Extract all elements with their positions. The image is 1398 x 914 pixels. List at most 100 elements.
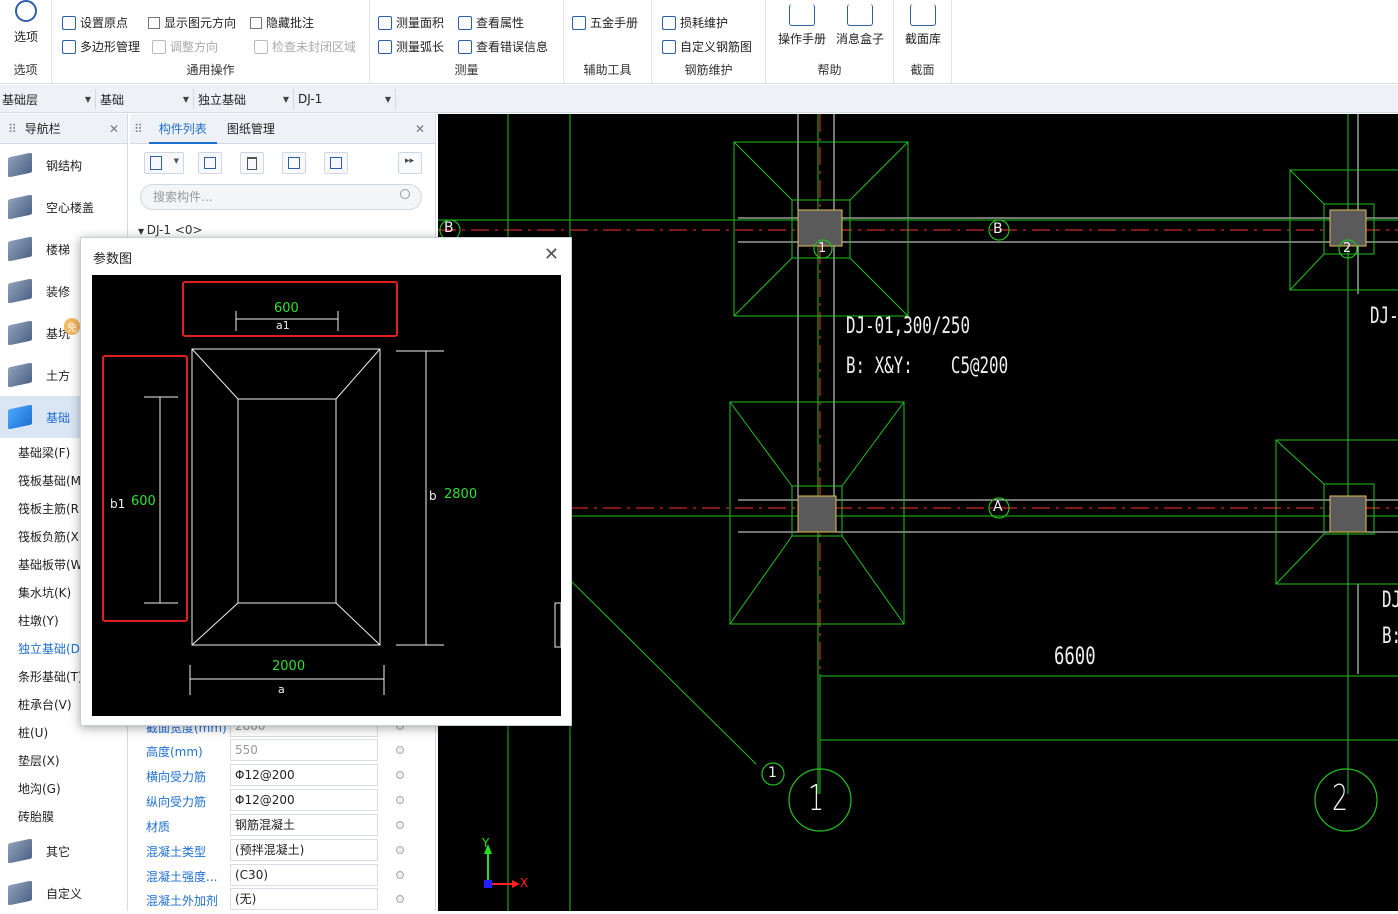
chevron-down-icon: ▼ [282,94,289,104]
section-library-button[interactable]: 截面库 [898,4,948,47]
options-button[interactable]: 选项 [6,0,46,45]
polygon-manage-button[interactable]: 多边形管理 [62,38,140,55]
axis-A-mark: A [993,499,1003,515]
properties-icon [458,15,472,30]
attach-checkbox[interactable] [396,821,404,829]
hardware-manual-button[interactable]: 五金手册 [572,14,638,31]
property-row[interactable]: 材质 钢筋混凝土 [130,813,436,838]
ribbon-group-options: 选项 选项 [0,0,52,83]
nav-item-steel[interactable]: 钢结构 [0,144,128,186]
adjust-direction-button[interactable]: 调整方向 [152,38,218,55]
attach-checkbox[interactable] [396,846,404,854]
filter-icon [330,157,342,169]
chevron-down-icon: ▼ [384,94,391,104]
property-row[interactable]: 纵向受力筋 Φ12@200 [130,788,436,813]
layers-icon [288,157,300,169]
copy-component-button[interactable] [198,152,222,174]
drag-handle-icon[interactable]: ⠿ [8,122,17,136]
message-icon [847,4,873,26]
message-box-button[interactable]: 消息盒子 [832,4,888,47]
view-errors-button[interactable]: 查看错误信息 [458,38,548,55]
property-row[interactable]: 横向受力筋 Φ12@200 [130,763,436,788]
group-label-tools: 辅助工具 [583,63,632,77]
dimension-6600 [819,674,1398,794]
decoration-icon [8,278,32,304]
other-icon [8,838,32,864]
axis-2-label: 2 [1332,778,1349,819]
property-row[interactable]: 混凝土类型 (预拌混凝土) [130,838,436,863]
group-label-rebar: 钢筋维护 [684,63,733,77]
error-list-icon [458,39,472,54]
double-arrow-icon: ▸▸ [405,156,415,166]
show-direction-checkbox[interactable]: 显示图元方向 [148,14,236,31]
close-icon[interactable]: ✕ [415,122,425,136]
delete-component-button[interactable] [240,152,264,174]
tab-drawing-manage[interactable]: 图纸管理 [217,114,285,144]
attach-checkbox[interactable] [396,796,404,804]
custom-rebar-button[interactable]: 自定义钢筋图 [662,38,752,55]
property-row[interactable]: 混凝土强度... (C30) [130,863,436,888]
origin-icon [62,15,76,30]
group-label-general: 通用操作 [186,63,235,77]
checkbox-icon [148,16,160,29]
search-input[interactable]: 搜索构件... [140,184,422,210]
b-label: b [429,489,437,503]
attach-checkbox[interactable] [396,746,404,754]
component-panel-header: ⠿ 构件列表 图纸管理 ✕ [130,114,435,144]
attach-checkbox[interactable] [396,895,404,903]
measure-arc-button[interactable]: 测量弧长 [378,38,444,55]
highlight-b1 [102,355,188,622]
manual-button[interactable]: 操作手册 [774,4,830,47]
measure-area-button[interactable]: 测量面积 [378,14,444,31]
check-unclosed-button[interactable]: 检查未封闭区域 [254,38,356,55]
filter-button[interactable] [324,152,348,174]
sub-item-pile[interactable]: 桩(U) [18,724,126,741]
component-select[interactable]: DJ-1 ▼ [296,89,396,109]
custom-icon [8,880,32,906]
ribbon-group-section: 截面库 截面 [894,0,952,83]
cad-canvas[interactable]: DJ-01,300/250 B: X&Y: C5@200 DJ- DJ B: 6… [438,114,1398,911]
type-select[interactable]: 独立基础 ▼ [196,89,294,109]
new-component-button[interactable]: ▼ [144,152,184,174]
hide-annotation-checkbox[interactable]: 隐藏批注 [250,14,314,31]
copy-floor-button[interactable] [282,152,306,174]
copy-icon [204,157,216,169]
section-icon [910,4,936,26]
sub-item-trench[interactable]: 地沟(G) [18,780,126,797]
close-icon[interactable]: ✕ [109,122,119,136]
arc-icon [378,39,392,54]
steel-structure-icon [8,152,32,178]
expand-button[interactable]: ▸▸ [398,152,422,174]
nav-item-custom[interactable]: 自定义 [0,872,128,914]
property-row[interactable]: 高度(mm) 550 [130,738,436,763]
tab-component-list[interactable]: 构件列表 [148,114,217,144]
nav-item-hollow-floor[interactable]: 空心楼盖 [0,186,128,228]
view-properties-button[interactable]: 查看属性 [458,14,524,31]
ribbon-group-help: 操作手册 消息盒子 帮助 [766,0,894,83]
chevron-down-icon: ▼ [84,94,91,104]
hollow-floor-icon [8,194,32,220]
loss-maintain-button[interactable]: 损耗维护 [662,14,728,31]
set-origin-button[interactable]: 设置原点 [62,14,128,31]
search-icon[interactable] [400,189,410,199]
bookmark-icon [789,4,815,26]
close-icon[interactable]: ✕ [544,244,559,265]
nav-item-other[interactable]: 其它 [0,830,128,872]
column-mark-2: 2 [1343,241,1352,256]
attach-checkbox[interactable] [396,871,404,879]
sub-item-brick-mould[interactable]: 砖胎膜 [18,808,126,825]
axis-1-label: 1 [808,778,825,819]
sub-item-cushion[interactable]: 垫层(X) [18,752,126,769]
ucs-y-label: Y [482,836,490,850]
earthwork-icon [8,362,32,388]
dimension-text: 6600 [1054,642,1096,670]
axis-lines [438,114,1398,911]
free-badge: 免 [64,318,80,335]
category-select[interactable]: 基础 ▼ [98,89,194,109]
property-row[interactable]: 混凝土外加剂 (无) [130,887,436,912]
footing-label: DJ-01,300/250 [846,314,970,339]
floor-select[interactable]: 基础层 ▼ [0,89,96,109]
drag-handle-icon[interactable]: ⠿ [134,122,143,136]
tree-item[interactable]: ▼ DJ-1 <0> [138,223,203,237]
attach-checkbox[interactable] [396,771,404,779]
